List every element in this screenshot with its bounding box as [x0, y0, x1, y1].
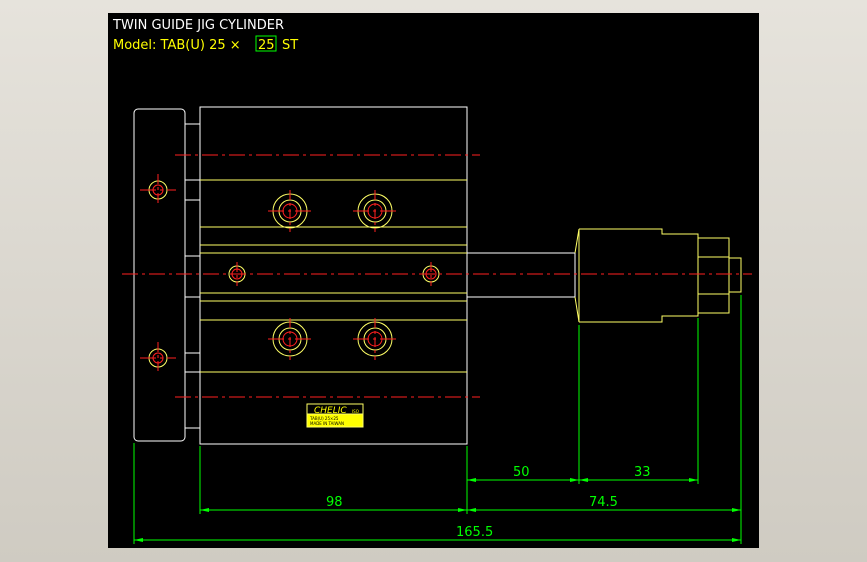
nameplate-brand: CHELIC	[314, 406, 347, 416]
nameplate: CHELIC ISO TAB(U) 25×25 MADE IN TAIWAN	[306, 403, 364, 428]
model-stroke: 25	[258, 38, 275, 53]
extension-lines	[133, 295, 742, 544]
dim-33: 33	[634, 465, 651, 480]
model-prefix: Model: TAB(U) 25 ×	[113, 38, 241, 53]
nameplate-line2: MADE IN TAIWAN	[310, 421, 344, 426]
dimension-lines	[134, 479, 741, 541]
cad-drawing: TWIN GUIDE JIG CYLINDER Model: TAB(U) 25…	[112, 18, 752, 544]
cylinder-body	[199, 106, 468, 445]
center-lines	[122, 154, 752, 398]
piston-rod	[467, 252, 576, 298]
hex-nut	[697, 237, 742, 314]
end-plate	[133, 108, 186, 442]
model-suffix: ST	[282, 38, 298, 53]
dim-74-5: 74.5	[589, 495, 618, 510]
rod-end	[574, 228, 699, 323]
drawing-canvas: TWIN GUIDE JIG CYLINDER Model: TAB(U) 25…	[108, 13, 759, 548]
mounting-holes	[272, 193, 393, 357]
drawing-title: TWIN GUIDE JIG CYLINDER	[112, 18, 284, 33]
dim-50: 50	[513, 465, 530, 480]
dim-165-5: 165.5	[456, 525, 493, 540]
nameplate-brand-tag: ISO	[352, 409, 359, 414]
dim-98: 98	[326, 495, 343, 510]
